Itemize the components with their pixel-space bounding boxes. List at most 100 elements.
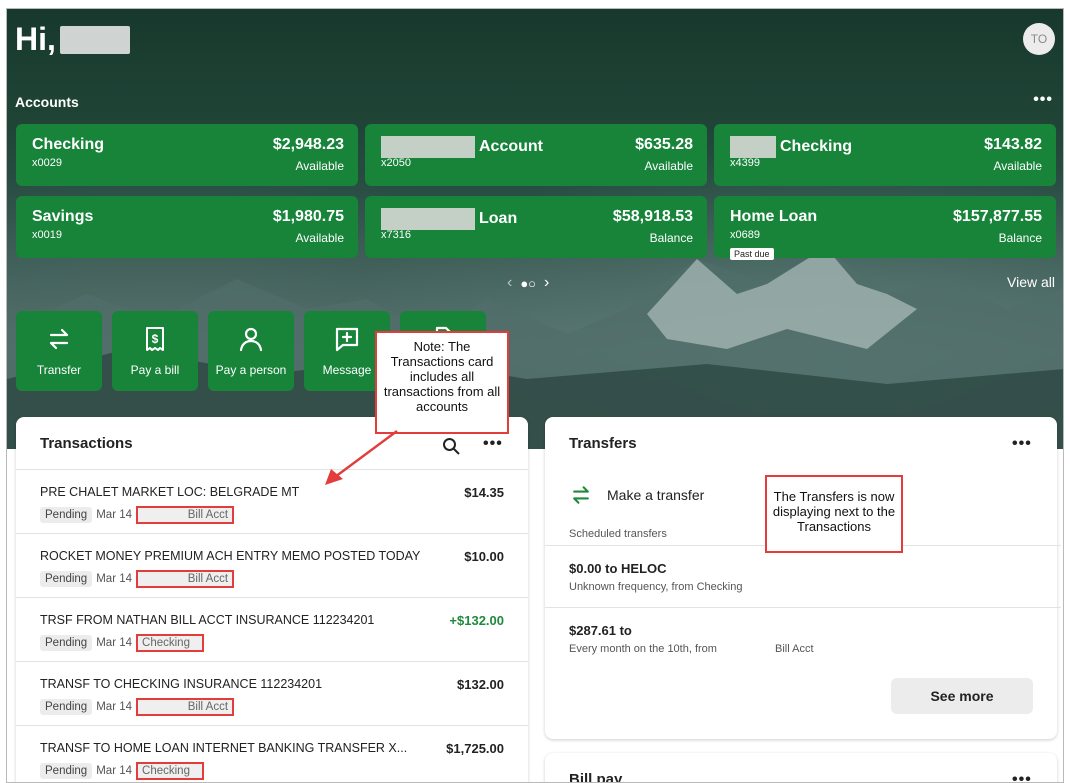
account-amount: $143.82 bbox=[984, 136, 1042, 153]
account-number: x2050 bbox=[381, 157, 411, 169]
view-all-link[interactable]: View all bbox=[1007, 274, 1055, 290]
transaction-meta: Pending Mar 14 Bill Acct bbox=[40, 698, 235, 716]
search-icon[interactable] bbox=[442, 437, 460, 455]
account-amount: $2,948.23 bbox=[272, 136, 344, 153]
transactions-more-button[interactable]: ••• bbox=[483, 435, 503, 453]
transaction-amount: +$132.00 bbox=[449, 613, 504, 628]
transfers-card: Transfers ••• Make a transfer Scheduled … bbox=[545, 417, 1061, 739]
scheduled-transfer-title: $287.61 to bbox=[569, 623, 632, 638]
account-number: x0029 bbox=[32, 157, 62, 169]
account-tile-checking[interactable]: Checking x0029 $2,948.23 Available bbox=[16, 124, 358, 186]
account-number: x0019 bbox=[32, 229, 62, 241]
status-badge: Pending bbox=[40, 699, 93, 715]
transaction-meta: Pending Mar 14 Checking bbox=[40, 634, 205, 652]
transaction-amount: $132.00 bbox=[457, 677, 504, 692]
pager-dots: ●○ bbox=[520, 275, 537, 291]
chevron-right-icon[interactable]: › bbox=[544, 274, 549, 292]
status-badge: Pending bbox=[40, 507, 93, 523]
status-badge: Pending bbox=[40, 635, 93, 651]
transaction-row[interactable]: TRANSF TO CHECKING INSURANCE 112234201 $… bbox=[16, 661, 528, 725]
greeting-text: Hi, bbox=[15, 21, 56, 57]
account-amount: $157,877.55 bbox=[953, 208, 1042, 225]
transaction-date: Mar 14 bbox=[96, 573, 133, 585]
greeting: Hi, bbox=[15, 21, 130, 58]
transaction-date: Mar 14 bbox=[96, 509, 133, 521]
bill-icon: $ bbox=[146, 327, 164, 351]
status-badge: Pending bbox=[40, 763, 93, 779]
pay-a-bill-button[interactable]: $ Pay a bill bbox=[112, 311, 198, 391]
bill-pay-more-button[interactable]: ••• bbox=[1012, 771, 1032, 782]
user-name-redacted bbox=[59, 25, 130, 54]
see-more-button[interactable]: See more bbox=[891, 678, 1033, 714]
callout-arrow-icon bbox=[325, 429, 398, 485]
account-tile-account[interactable]: Account x2050 $635.28 Available bbox=[365, 124, 707, 186]
quick-action-label: Message bbox=[322, 363, 372, 377]
make-transfer-label: Make a transfer bbox=[607, 487, 705, 503]
transaction-row[interactable]: ROCKET MONEY PREMIUM ACH ENTRY MEMO POST… bbox=[16, 533, 528, 597]
transaction-row[interactable]: TRANSF TO HOME LOAN INTERNET BANKING TRA… bbox=[16, 725, 528, 782]
scheduled-transfer-account: Bill Acct bbox=[775, 643, 814, 655]
transaction-meta: Pending Mar 14 Bill Acct bbox=[40, 506, 235, 524]
account-tile-savings[interactable]: Savings x0019 $1,980.75 Available bbox=[16, 196, 358, 258]
transaction-account: Bill Acct bbox=[136, 506, 235, 524]
message-icon bbox=[335, 327, 359, 352]
transaction-amount: $10.00 bbox=[464, 549, 504, 564]
transactions-card: Transactions ••• PRE CHALET MARKET LOC: … bbox=[16, 417, 528, 782]
accounts-heading: Accounts bbox=[15, 94, 79, 110]
account-name-redacted bbox=[381, 136, 475, 158]
avatar[interactable]: TO bbox=[1023, 23, 1055, 55]
account-name: Account bbox=[381, 136, 543, 158]
pay-a-person-button[interactable]: Pay a person bbox=[208, 311, 294, 391]
transaction-account: Bill Acct bbox=[136, 570, 235, 588]
transactions-title: Transactions bbox=[40, 435, 133, 452]
account-number: x7316 bbox=[381, 229, 411, 241]
account-amount: $58,918.53 bbox=[612, 208, 693, 225]
past-due-badge: Past due bbox=[730, 248, 774, 260]
account-amount-label: Available bbox=[295, 159, 344, 173]
scheduled-transfers-label: Scheduled transfers bbox=[569, 528, 667, 540]
account-name-redacted bbox=[730, 136, 776, 158]
scheduled-transfer-detail: Unknown frequency, from Checking bbox=[569, 581, 743, 593]
account-name: Savings bbox=[32, 208, 94, 225]
transaction-description: TRANSF TO HOME LOAN INTERNET BANKING TRA… bbox=[40, 741, 408, 755]
transfer-button[interactable]: Transfer bbox=[16, 311, 102, 391]
account-amount-label: Balance bbox=[649, 231, 693, 245]
account-amount-label: Available bbox=[644, 159, 693, 173]
account-name-redacted bbox=[381, 208, 475, 230]
quick-action-label: Transfer bbox=[36, 363, 82, 377]
transaction-amount: $1,725.00 bbox=[446, 741, 504, 756]
make-transfer-link[interactable]: Make a transfer bbox=[569, 483, 704, 507]
scheduled-transfer-row[interactable]: $0.00 to HELOC Unknown frequency, from C… bbox=[545, 545, 1057, 607]
transaction-row[interactable]: TRSF FROM NATHAN BILL ACCT INSURANCE 112… bbox=[16, 597, 528, 661]
transaction-meta: Pending Mar 14 Checking bbox=[40, 762, 205, 780]
account-name: Loan bbox=[381, 208, 517, 230]
chevron-left-icon[interactable]: ‹ bbox=[507, 274, 512, 292]
account-amount: $1,980.75 bbox=[272, 208, 344, 225]
account-tile-checking-2[interactable]: Checking x4399 $143.82 Available bbox=[714, 124, 1056, 186]
transaction-account: Checking bbox=[136, 762, 205, 780]
transaction-date: Mar 14 bbox=[96, 765, 133, 777]
transaction-description: ROCKET MONEY PREMIUM ACH ENTRY MEMO POST… bbox=[40, 549, 421, 563]
transaction-account: Checking bbox=[136, 634, 205, 652]
transaction-account: Bill Acct bbox=[136, 698, 235, 716]
account-number: x4399 bbox=[730, 157, 760, 169]
scheduled-transfer-row[interactable]: $287.61 to Every month on the 10th, from… bbox=[545, 607, 1057, 669]
transaction-row[interactable]: PRE CHALET MARKET LOC: BELGRADE MT $14.3… bbox=[16, 469, 528, 533]
transfers-title: Transfers bbox=[569, 435, 637, 452]
transaction-description: PRE CHALET MARKET LOC: BELGRADE MT bbox=[40, 485, 300, 499]
transfer-icon bbox=[49, 328, 69, 350]
transfers-note-callout: The Transfers is now displaying next to … bbox=[765, 475, 903, 553]
quick-action-label: Pay a person bbox=[215, 363, 287, 377]
quick-action-label: Pay a bill bbox=[130, 363, 180, 377]
transactions-note-callout: Note: The Transactions card includes all… bbox=[375, 331, 509, 434]
bill-pay-title: Bill pay bbox=[569, 771, 623, 783]
bill-pay-card: Bill pay ••• bbox=[545, 753, 1057, 783]
transfers-more-button[interactable]: ••• bbox=[1012, 435, 1032, 453]
scheduled-transfer-title: $0.00 to HELOC bbox=[569, 561, 667, 576]
accounts-more-button[interactable]: ••• bbox=[1033, 91, 1053, 109]
status-badge: Pending bbox=[40, 571, 93, 587]
account-number: x0689 bbox=[730, 229, 760, 241]
account-tile-home-loan[interactable]: Home Loan x0689 Past due $157,877.55 Bal… bbox=[714, 196, 1056, 260]
account-tile-loan[interactable]: Loan x7316 $58,918.53 Balance bbox=[365, 196, 707, 258]
transaction-date: Mar 14 bbox=[96, 701, 133, 713]
